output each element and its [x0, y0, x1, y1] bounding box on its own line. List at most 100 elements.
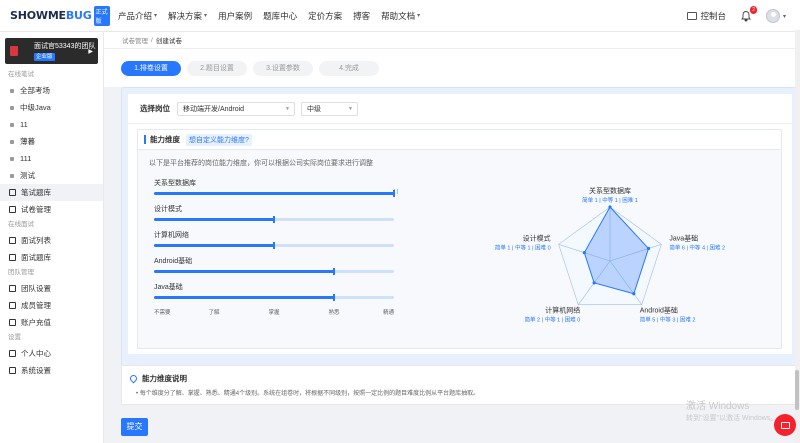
ability-slider[interactable]: 计算机网络 — [154, 230, 404, 256]
notification-count-badge: 2 — [750, 6, 757, 14]
sidebar-item[interactable]: 测试 — [0, 167, 103, 184]
sidebar-item[interactable]: 账户充值 — [0, 314, 103, 331]
sidebar-item-label: 面试列表 — [21, 236, 51, 245]
slider-track[interactable] — [154, 216, 394, 223]
note-title: 能力维度说明 — [142, 374, 187, 383]
settings-container: 选择岗位 移动端开发/Android ▼ 中级 ▼ 能力维度 想自定义能力维度?… — [121, 87, 797, 387]
dot-icon — [10, 105, 14, 110]
sidebar-item-label: 全部考场 — [20, 86, 50, 95]
sidebar-item[interactable]: 薄暮 — [0, 133, 103, 150]
avatar[interactable] — [765, 9, 780, 23]
slider-handle[interactable] — [273, 216, 275, 223]
console-link[interactable]: 控制台 — [687, 10, 726, 22]
slider-track[interactable]: | | — [154, 189, 398, 197]
feedback-button[interactable] — [774, 414, 796, 436]
step-3[interactable]: 3.设置参数 — [253, 60, 313, 76]
chevron-down-icon: ▼ — [285, 105, 290, 112]
radar-axis-detail: 简单 1 | 中等 1 | 困难 0 — [495, 243, 551, 251]
radar-axis-label: 设计模式 — [523, 233, 551, 242]
ability-slider[interactable]: 设计模式 — [154, 204, 404, 230]
slider-track[interactable] — [154, 268, 394, 275]
nav-item-3[interactable]: 题库中心 — [263, 10, 297, 22]
step-1[interactable]: 1.排卷设置 — [121, 60, 181, 76]
user-icon — [9, 350, 16, 357]
sidebar-item[interactable]: 中级Java — [0, 99, 103, 116]
ability-section: 能力维度 想自定义能力维度? 以下是平台推荐的岗位能力维度，你可以根据公司实际岗… — [137, 129, 782, 349]
slider-handle[interactable] — [333, 294, 335, 301]
slider-track[interactable] — [154, 242, 394, 249]
logo-main-text: SHOWME — [10, 9, 66, 22]
dot-icon — [10, 173, 14, 178]
team-tag: 企业版 — [34, 52, 55, 61]
sidebar-group-title: 团队管理 — [8, 269, 34, 276]
sidebar-item[interactable]: 系统设置 — [0, 362, 103, 379]
slider-fill — [154, 296, 334, 299]
sidebar-item[interactable]: 试卷管理 — [0, 201, 103, 218]
logo-accent-text: BUG — [65, 9, 92, 22]
slider-fill — [154, 218, 274, 221]
ability-title: 能力维度 — [150, 135, 180, 144]
note-text: • 每个维度分了解、掌握、熟悉、精通4个级别。系统在组卷时，将根据不同级别，按照… — [136, 391, 480, 397]
nav-item-label: 搏客 — [353, 10, 371, 21]
ability-sliders: 关系型数据库 | | 设计模式 计算机网络 Android基础 Java基础 不需要 了解 掌握… — [154, 178, 404, 320]
sidebar-item-label: 团队设置 — [21, 284, 51, 293]
nav-item-2[interactable]: 用户案例 — [218, 10, 252, 22]
sidebar-item[interactable]: 笔试题库 — [0, 184, 103, 201]
sidebar-item[interactable]: 111 — [0, 150, 103, 167]
radar-axis-label: 关系型数据库 — [589, 186, 631, 195]
custom-ability-link[interactable]: 想自定义能力维度? — [186, 133, 252, 146]
scrollbar-thumb[interactable] — [795, 370, 799, 410]
gear-icon — [9, 367, 16, 374]
ability-slider[interactable]: 关系型数据库 | | — [154, 178, 404, 204]
nav-item-1[interactable]: 解决方案 ▾ — [168, 10, 207, 22]
scale-label: 熟悉 — [328, 310, 340, 316]
nav-item-label: 定价方案 — [308, 10, 343, 21]
step-indicator: 1.排卷设置 2.题目设置 3.设置参数 4.完成 — [104, 49, 800, 87]
sidebar-item[interactable]: 面试题库 — [0, 249, 103, 266]
sidebar-item[interactable]: 个人中心 — [0, 345, 103, 362]
step-2[interactable]: 2.题目设置 — [187, 60, 247, 76]
ability-hint: 以下是平台推荐的岗位能力维度，你可以根据公司实际岗位要求进行调整 — [149, 160, 373, 167]
sidebar-item[interactable]: 11 — [0, 116, 103, 133]
team-icon — [9, 285, 16, 292]
chevron-down-icon[interactable]: ▾ — [783, 13, 786, 20]
watermark-line-1: 激活 Windows — [686, 401, 750, 412]
dot-icon — [10, 139, 14, 144]
slider-track[interactable] — [154, 294, 394, 301]
slider-handle[interactable] — [273, 242, 275, 249]
section-marker — [144, 135, 146, 144]
slider-handle[interactable] — [333, 268, 335, 275]
team-logo-icon — [10, 46, 18, 56]
nav-item-5[interactable]: 搏客 — [353, 10, 370, 22]
submit-button[interactable]: 提交 — [121, 418, 148, 436]
level-select[interactable]: 中级 ▼ — [301, 101, 358, 116]
nav-item-label: 产品介绍 — [118, 10, 153, 21]
windows-activation-watermark: 激活 Windows 转到"设置"以激活 Windows。 — [686, 397, 777, 423]
team-switcher[interactable]: 面试官53343的团队 企业版 ▶ — [5, 38, 98, 64]
sidebar-item[interactable]: 面试列表 — [0, 232, 103, 249]
role-select[interactable]: 移动端开发/Android ▼ — [177, 101, 295, 116]
sidebar-item[interactable]: 成员管理 — [0, 297, 103, 314]
radar-point — [646, 246, 651, 251]
sidebar-item-label: 111 — [20, 154, 32, 163]
logo[interactable]: SHOWMEBUG 正式版 — [10, 5, 110, 26]
breadcrumb-parent[interactable]: 试卷管理 — [122, 35, 148, 45]
nav-item-6[interactable]: 帮助文档 ▾ — [381, 10, 420, 22]
chevron-down-icon: ▾ — [154, 13, 158, 19]
dot-icon — [10, 88, 14, 93]
sidebar-item[interactable]: 全部考场 — [0, 82, 103, 99]
ability-slider[interactable]: Java基础 — [154, 282, 404, 308]
notification-button[interactable]: 2 — [740, 6, 757, 22]
sidebar-item[interactable]: 团队设置 — [0, 280, 103, 297]
ability-slider[interactable]: Android基础 — [154, 256, 404, 282]
breadcrumb-current: 创建试卷 — [155, 38, 182, 45]
step-4[interactable]: 4.完成 — [319, 60, 379, 76]
sidebar-item-label: 薄暮 — [20, 137, 35, 146]
slider-fill — [154, 192, 394, 195]
nav-item-4[interactable]: 定价方案 — [308, 10, 342, 22]
sidebar-menu: 在线笔试 全部考场 中级Java 11 薄暮 111 测试 笔试题库 试卷管理 在线面试 面试列表面… — [0, 68, 103, 379]
role-select-value: 移动端开发/Android — [183, 105, 245, 113]
location-pin-icon — [128, 373, 139, 384]
chevron-down-icon: ▾ — [204, 13, 208, 19]
nav-item-0[interactable]: 产品介绍 ▾ — [118, 10, 157, 22]
